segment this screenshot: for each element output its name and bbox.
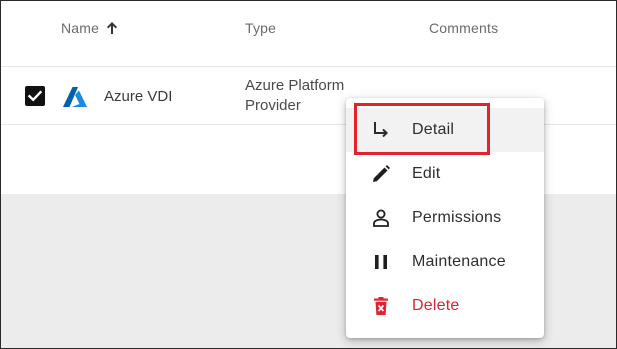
- table-header: Name Type Comments: [1, 1, 616, 67]
- menu-item-edit-label: Edit: [412, 165, 441, 182]
- column-header-name-label: Name: [61, 20, 100, 36]
- row-checkbox[interactable]: [25, 86, 45, 106]
- context-menu: Detail Edit Permissions Maintenance Dele…: [346, 98, 544, 338]
- trash-icon: [370, 295, 392, 317]
- pause-icon: [370, 251, 392, 273]
- menu-item-permissions[interactable]: Permissions: [346, 196, 544, 240]
- menu-item-maintenance[interactable]: Maintenance: [346, 240, 544, 284]
- azure-logo-icon: [62, 86, 88, 108]
- check-icon: [27, 90, 43, 102]
- row-name[interactable]: Azure VDI: [104, 88, 172, 105]
- column-header-type[interactable]: Type: [245, 20, 276, 36]
- column-header-name[interactable]: Name: [61, 20, 119, 36]
- menu-item-delete[interactable]: Delete: [346, 284, 544, 328]
- arrow-up-icon[interactable]: [105, 21, 119, 35]
- column-header-comments[interactable]: Comments: [429, 20, 498, 36]
- menu-item-detail[interactable]: Detail: [346, 108, 544, 152]
- menu-item-edit[interactable]: Edit: [346, 152, 544, 196]
- table-container: Name Type Comments Azure VDI Azure Platf…: [0, 0, 617, 349]
- subdirectory-arrow-icon: [370, 119, 392, 141]
- menu-item-permissions-label: Permissions: [412, 209, 502, 226]
- pencil-icon: [370, 163, 392, 185]
- menu-item-detail-label: Detail: [412, 121, 455, 138]
- menu-item-delete-label: Delete: [412, 297, 460, 314]
- person-icon: [370, 207, 392, 229]
- menu-item-maintenance-label: Maintenance: [412, 253, 506, 270]
